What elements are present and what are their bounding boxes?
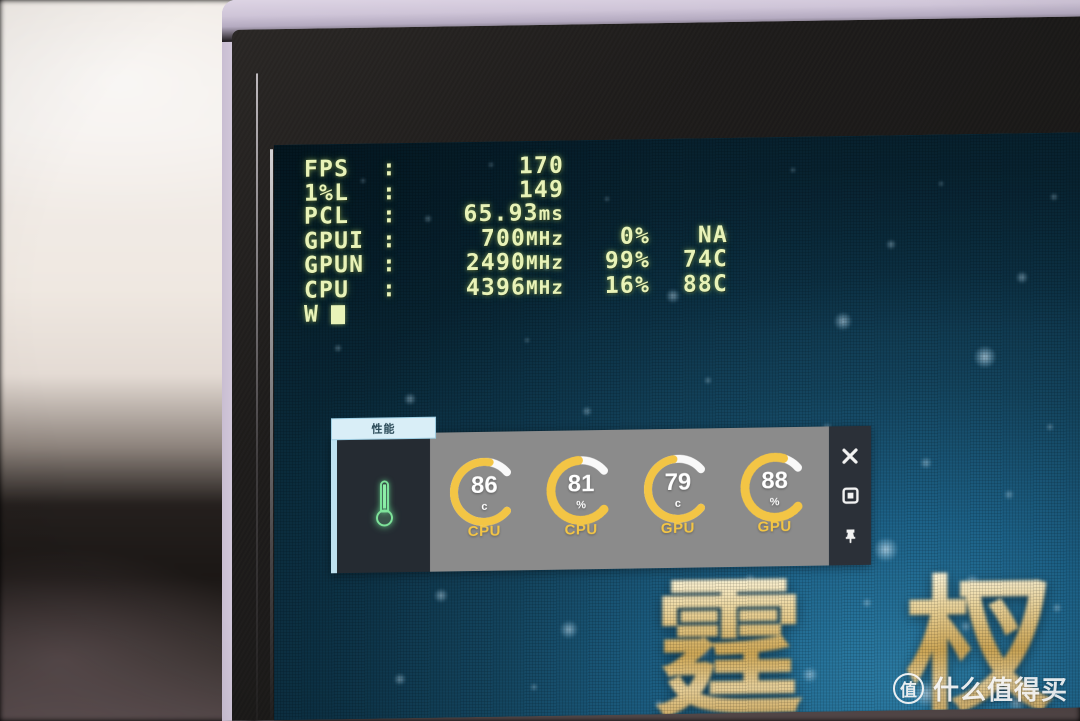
bezel-highlight-inner — [270, 149, 273, 721]
bezel-highlight-left — [256, 73, 258, 721]
osd-row-temperature: NA — [697, 221, 728, 249]
star-bokeh — [886, 239, 896, 250]
panel-controls[interactable] — [829, 425, 871, 566]
osd-value-number: 65.93 — [463, 200, 539, 228]
gauge-readout: 79 c — [639, 449, 717, 528]
gauge-unit: % — [769, 496, 780, 509]
osd-row-temperature — [650, 217, 728, 218]
osd-row-label: FPS — [304, 156, 350, 183]
osd-cursor-block — [331, 305, 346, 325]
gauge-readout: 88% — [736, 447, 814, 526]
osd-row-utilisation — [564, 171, 650, 172]
gauge-ring: 81% — [542, 450, 620, 529]
gauge-ring: 86 c — [445, 452, 523, 531]
star-bokeh — [1050, 192, 1058, 201]
osd-row-label: GPUN — [304, 251, 365, 279]
gauge-gpu-load: 88% GPU — [734, 447, 816, 546]
watermark-logo: 值 — [892, 673, 924, 704]
gauge-unit: % — [576, 499, 587, 512]
monitor-device: FPS:170 1%L:149 PCL:65.93ms GPUI:700MHz 0% NA… — [222, 0, 1080, 721]
star-bokeh — [920, 456, 932, 470]
osd-row-utilisation: 16% — [604, 271, 650, 299]
star-bokeh — [582, 406, 592, 417]
gauge-readout: 81% — [542, 450, 620, 529]
osd-value-number: 4396 — [465, 273, 527, 301]
star-bokeh — [704, 376, 712, 385]
gauge-value: 81 — [567, 470, 595, 498]
gauge-gpu-temp: 79 c GPU — [637, 449, 719, 548]
gauge-unit: c — [674, 497, 681, 510]
star-bokeh — [560, 620, 578, 639]
osd-row-temperature — [650, 170, 728, 171]
gauge-row: 86 c CPU 81% CPU 79 c GPU 88% GPU — [430, 426, 829, 572]
gauge-cpu-load: 81% CPU — [540, 450, 622, 549]
osd-row-temperature: 88C — [682, 270, 728, 298]
osd-row-colon: : — [382, 155, 398, 182]
gauge-ring: 79 c — [639, 449, 717, 528]
osd-row-colon: : — [382, 178, 398, 205]
osd-value-number: 149 — [518, 176, 564, 203]
osd-value-number: 2490 — [465, 249, 527, 277]
close-icon[interactable] — [839, 445, 861, 467]
star-bokeh — [524, 337, 530, 344]
osd-footer-label: W — [304, 301, 320, 328]
osd-row-colon: : — [382, 202, 398, 229]
gauge-ring: 88% — [736, 447, 814, 526]
gauge-readout: 86 c — [445, 452, 523, 531]
osd-row-utilisation — [564, 195, 650, 196]
star-bokeh — [404, 392, 416, 406]
star-bokeh — [394, 673, 406, 686]
osd-row-temperature — [650, 194, 728, 195]
pin-icon[interactable] — [839, 524, 861, 546]
performance-widget-panel[interactable]: 性能 86 c CPU 81% CPU 79 c GPU 88% GPU — [331, 416, 871, 574]
screenshot-scene: FPS:170 1%L:149 PCL:65.93ms GPUI:700MHz 0% NA… — [0, 0, 1080, 721]
star-bokeh — [434, 588, 448, 603]
star-bokeh — [874, 537, 898, 562]
star-bokeh — [1016, 271, 1028, 284]
monitor-screen: FPS:170 1%L:149 PCL:65.93ms GPUI:700MHz 0% NA… — [274, 132, 1080, 721]
watermark-text: 什么值得买 — [932, 676, 1068, 706]
osd-row-label: 1%L — [304, 179, 350, 207]
monitor-bezel: FPS:170 1%L:149 PCL:65.93ms GPUI:700MHz 0% NA… — [232, 16, 1080, 721]
osd-value-unit: MHz — [526, 251, 564, 275]
osd-value-unit: ms — [538, 202, 564, 226]
star-bokeh — [790, 166, 796, 174]
osd-value-unit: MHz — [526, 276, 564, 299]
osd-row-colon: : — [382, 275, 398, 302]
site-watermark: 值 什么值得买 — [892, 670, 1068, 707]
osd-value-number: 700 — [480, 224, 527, 252]
osd-row-utilisation: 0% — [619, 222, 650, 250]
gauge-unit: c — [481, 500, 488, 513]
thermometer-icon — [374, 479, 394, 527]
gauge-value: 86 — [471, 471, 498, 500]
star-bokeh — [1004, 489, 1014, 500]
performance-tab-column[interactable]: 性能 — [331, 416, 436, 574]
osd-row-label: PCL — [304, 203, 350, 230]
tab-performance[interactable]: 性能 — [331, 416, 436, 441]
star-bokeh — [530, 683, 538, 692]
osd-row-label: GPUI — [304, 227, 365, 255]
osd-row-utilisation — [564, 218, 650, 219]
osd-row-utilisation: 99% — [604, 247, 650, 274]
gauge-value: 88 — [761, 467, 788, 495]
osd-value-unit: MHz — [526, 227, 564, 250]
osd-row-label: CPU — [304, 276, 350, 304]
gauge-value: 79 — [664, 468, 692, 497]
osd-row-value: 4396MHz — [414, 273, 564, 302]
osd-row-colon: : — [382, 251, 398, 278]
star-bokeh — [938, 180, 944, 187]
osd-overlay: FPS:170 1%L:149 PCL:65.93ms GPUI:700MHz 0% NA… — [304, 152, 728, 328]
star-bokeh — [974, 345, 996, 369]
star-bokeh — [1046, 422, 1054, 432]
gauge-cpu-temp: 86 c CPU — [443, 452, 525, 551]
restore-icon[interactable] — [839, 484, 861, 506]
star-bokeh — [834, 312, 852, 331]
star-bokeh — [334, 344, 342, 353]
osd-row-colon: : — [382, 226, 398, 253]
osd-row-temperature: 74C — [682, 246, 728, 273]
